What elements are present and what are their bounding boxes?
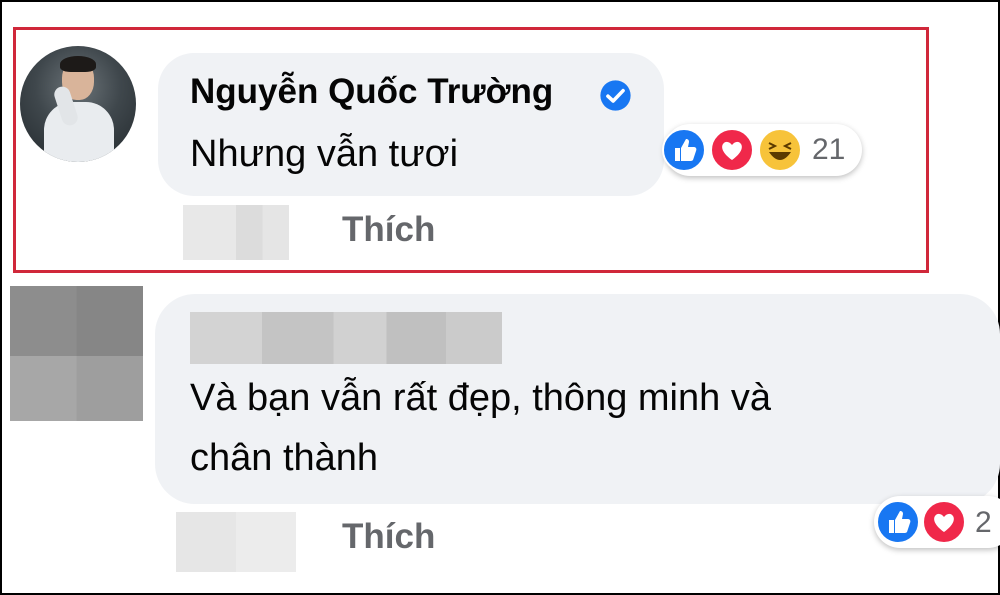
reaction-count[interactable]: 2 [975,506,992,540]
blurred-author-name [190,312,502,364]
blurred-timestamp [176,512,296,572]
like-icon [662,128,706,172]
love-icon [710,128,754,172]
avatar-hair [60,56,96,72]
comment-author[interactable]: Nguyễn Quốc Trường [190,72,553,112]
blurred-avatar [10,286,143,421]
avatar-shirt [44,102,114,162]
haha-icon [758,128,802,172]
reaction-count[interactable]: 21 [812,133,845,167]
blurred-timestamp [183,205,289,260]
love-icon [922,500,966,544]
verified-badge-icon [599,79,632,112]
like-action-link[interactable]: Thích [342,210,435,250]
comment-text-line2: chân thành [190,437,379,479]
comment-text: Nhưng vẫn tươi [190,133,459,175]
like-action-link[interactable]: Thích [342,517,435,557]
like-icon [876,500,920,544]
avatar[interactable] [20,46,136,162]
comment-text-line1: Và bạn vẫn rất đẹp, thông minh và [190,377,771,419]
